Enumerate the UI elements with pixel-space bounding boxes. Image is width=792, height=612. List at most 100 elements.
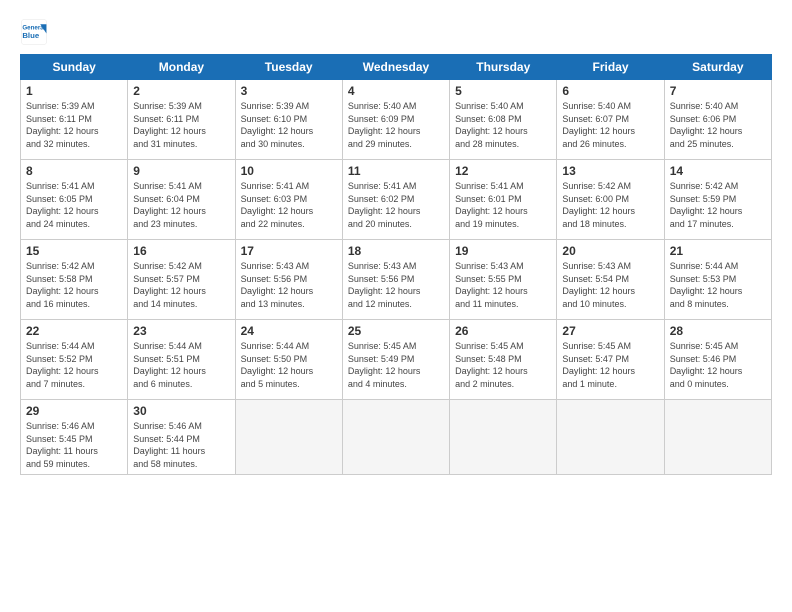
calendar-header-monday: Monday: [128, 55, 235, 80]
day-info: Sunrise: 5:45 AM Sunset: 5:47 PM Dayligh…: [562, 340, 658, 390]
day-number: 20: [562, 244, 658, 258]
day-number: 15: [26, 244, 122, 258]
day-number: 3: [241, 84, 337, 98]
day-number: 12: [455, 164, 551, 178]
day-info: Sunrise: 5:43 AM Sunset: 5:56 PM Dayligh…: [241, 260, 337, 310]
calendar-cell: 24 Sunrise: 5:44 AM Sunset: 5:50 PM Dayli…: [235, 320, 342, 400]
calendar-cell: 11Sunrise: 5:41 AM Sunset: 6:02 PM Dayli…: [342, 160, 449, 240]
calendar-cell: 27 Sunrise: 5:45 AM Sunset: 5:47 PM Dayli…: [557, 320, 664, 400]
calendar-cell: 19Sunrise: 5:43 AM Sunset: 5:55 PM Dayli…: [450, 240, 557, 320]
calendar-cell: 25 Sunrise: 5:45 AM Sunset: 5:49 PM Dayli…: [342, 320, 449, 400]
day-number: 10: [241, 164, 337, 178]
day-number: 22: [26, 324, 122, 338]
calendar-cell: 14 Sunrise: 5:42 AM Sunset: 5:59 PM Dayli…: [664, 160, 771, 240]
calendar-cell: 12 Sunrise: 5:41 AM Sunset: 6:01 PM Dayli…: [450, 160, 557, 240]
calendar-cell-day1: 1Sunrise: 5:39 AM Sunset: 6:11 PM Daylig…: [21, 80, 128, 160]
day-number: 18: [348, 244, 444, 258]
calendar-cell: 5 Sunrise: 5:40 AM Sunset: 6:08 PM Daylig…: [450, 80, 557, 160]
page-header: General Blue: [20, 18, 772, 46]
svg-text:Blue: Blue: [22, 31, 40, 40]
calendar-header-thursday: Thursday: [450, 55, 557, 80]
day-info: Sunrise: 5:41 AM Sunset: 6:05 PM Dayligh…: [26, 180, 122, 230]
day-number: 11: [348, 164, 444, 178]
calendar-header-row: SundayMondayTuesdayWednesdayThursdayFrid…: [21, 55, 772, 80]
day-number: 29: [26, 404, 122, 418]
day-info: Sunrise: 5:43 AM Sunset: 5:56 PM Dayligh…: [348, 260, 444, 310]
calendar-cell: [342, 400, 449, 475]
day-number: 16: [133, 244, 229, 258]
day-number: 27: [562, 324, 658, 338]
calendar-header-sunday: Sunday: [21, 55, 128, 80]
calendar-cell: 30 Sunrise: 5:46 AM Sunset: 5:44 PM Dayli…: [128, 400, 235, 475]
day-info: Sunrise: 5:42 AM Sunset: 6:00 PM Dayligh…: [562, 180, 658, 230]
day-number: 25: [348, 324, 444, 338]
calendar-header-saturday: Saturday: [664, 55, 771, 80]
calendar-cell: 21 Sunrise: 5:44 AM Sunset: 5:53 PM Dayli…: [664, 240, 771, 320]
day-info: Sunrise: 5:42 AM Sunset: 5:58 PM Dayligh…: [26, 260, 122, 310]
day-number: 4: [348, 84, 444, 98]
day-info: Sunrise: 5:44 AM Sunset: 5:51 PM Dayligh…: [133, 340, 229, 390]
day-info: Sunrise: 5:40 AM Sunset: 6:09 PM Dayligh…: [348, 100, 444, 150]
calendar-cell: 16Sunrise: 5:42 AM Sunset: 5:57 PM Dayli…: [128, 240, 235, 320]
day-info: Sunrise: 5:46 AM Sunset: 5:45 PM Dayligh…: [26, 420, 122, 470]
day-info: Sunrise: 5:42 AM Sunset: 5:59 PM Dayligh…: [670, 180, 766, 230]
day-number: 7: [670, 84, 766, 98]
day-info: Sunrise: 5:40 AM Sunset: 6:07 PM Dayligh…: [562, 100, 658, 150]
calendar-week-row: 8 Sunrise: 5:41 AM Sunset: 6:05 PM Daylig…: [21, 160, 772, 240]
calendar-week-row: 15 Sunrise: 5:42 AM Sunset: 5:58 PM Dayli…: [21, 240, 772, 320]
day-number: 2: [133, 84, 229, 98]
calendar-cell: 18 Sunrise: 5:43 AM Sunset: 5:56 PM Dayli…: [342, 240, 449, 320]
day-info: Sunrise: 5:44 AM Sunset: 5:50 PM Dayligh…: [241, 340, 337, 390]
day-info: Sunrise: 5:45 AM Sunset: 5:48 PM Dayligh…: [455, 340, 551, 390]
day-info: Sunrise: 5:41 AM Sunset: 6:03 PM Dayligh…: [241, 180, 337, 230]
day-number: 30: [133, 404, 229, 418]
day-number: 5: [455, 84, 551, 98]
calendar-cell: 17Sunrise: 5:43 AM Sunset: 5:56 PM Dayli…: [235, 240, 342, 320]
calendar-cell: 6 Sunrise: 5:40 AM Sunset: 6:07 PM Daylig…: [557, 80, 664, 160]
day-number: 13: [562, 164, 658, 178]
day-info: Sunrise: 5:39 AM Sunset: 6:11 PM Dayligh…: [26, 100, 122, 150]
day-number: 21: [670, 244, 766, 258]
calendar-week-row: 29 Sunrise: 5:46 AM Sunset: 5:45 PM Dayli…: [21, 400, 772, 475]
day-info: Sunrise: 5:41 AM Sunset: 6:01 PM Dayligh…: [455, 180, 551, 230]
calendar-cell: 23 Sunrise: 5:44 AM Sunset: 5:51 PM Dayli…: [128, 320, 235, 400]
day-info: Sunrise: 5:46 AM Sunset: 5:44 PM Dayligh…: [133, 420, 229, 470]
day-number: 9: [133, 164, 229, 178]
day-info: Sunrise: 5:40 AM Sunset: 6:08 PM Dayligh…: [455, 100, 551, 150]
day-info: Sunrise: 5:44 AM Sunset: 5:53 PM Dayligh…: [670, 260, 766, 310]
calendar-cell: [450, 400, 557, 475]
calendar-cell: 4 Sunrise: 5:40 AM Sunset: 6:09 PM Daylig…: [342, 80, 449, 160]
day-number: 26: [455, 324, 551, 338]
day-number: 28: [670, 324, 766, 338]
day-info: Sunrise: 5:41 AM Sunset: 6:04 PM Dayligh…: [133, 180, 229, 230]
calendar-header-tuesday: Tuesday: [235, 55, 342, 80]
day-info: Sunrise: 5:43 AM Sunset: 5:55 PM Dayligh…: [455, 260, 551, 310]
calendar-week-row: 22 Sunrise: 5:44 AM Sunset: 5:52 PM Dayli…: [21, 320, 772, 400]
day-number: 8: [26, 164, 122, 178]
day-info: Sunrise: 5:44 AM Sunset: 5:52 PM Dayligh…: [26, 340, 122, 390]
day-info: Sunrise: 5:43 AM Sunset: 5:54 PM Dayligh…: [562, 260, 658, 310]
calendar-header-friday: Friday: [557, 55, 664, 80]
calendar-cell: 2 Sunrise: 5:39 AM Sunset: 6:11 PM Daylig…: [128, 80, 235, 160]
calendar-week-row: 1Sunrise: 5:39 AM Sunset: 6:11 PM Daylig…: [21, 80, 772, 160]
calendar-cell: 3 Sunrise: 5:39 AM Sunset: 6:10 PM Daylig…: [235, 80, 342, 160]
day-number: 14: [670, 164, 766, 178]
calendar-cell: 22 Sunrise: 5:44 AM Sunset: 5:52 PM Dayli…: [21, 320, 128, 400]
day-info: Sunrise: 5:39 AM Sunset: 6:11 PM Dayligh…: [133, 100, 229, 150]
day-info: Sunrise: 5:39 AM Sunset: 6:10 PM Dayligh…: [241, 100, 337, 150]
calendar-cell: 26 Sunrise: 5:45 AM Sunset: 5:48 PM Dayli…: [450, 320, 557, 400]
calendar-cell: 13 Sunrise: 5:42 AM Sunset: 6:00 PM Dayli…: [557, 160, 664, 240]
day-number: 23: [133, 324, 229, 338]
logo: General Blue: [20, 18, 48, 46]
day-info: Sunrise: 5:45 AM Sunset: 5:49 PM Dayligh…: [348, 340, 444, 390]
calendar: SundayMondayTuesdayWednesdayThursdayFrid…: [20, 54, 772, 475]
calendar-cell: [557, 400, 664, 475]
day-number: 24: [241, 324, 337, 338]
calendar-cell: [235, 400, 342, 475]
day-number: 6: [562, 84, 658, 98]
calendar-cell: 8 Sunrise: 5:41 AM Sunset: 6:05 PM Daylig…: [21, 160, 128, 240]
calendar-cell: 29 Sunrise: 5:46 AM Sunset: 5:45 PM Dayli…: [21, 400, 128, 475]
logo-icon: General Blue: [20, 18, 48, 46]
calendar-cell: 10 Sunrise: 5:41 AM Sunset: 6:03 PM Dayli…: [235, 160, 342, 240]
calendar-cell: 7Sunrise: 5:40 AM Sunset: 6:06 PM Daylig…: [664, 80, 771, 160]
